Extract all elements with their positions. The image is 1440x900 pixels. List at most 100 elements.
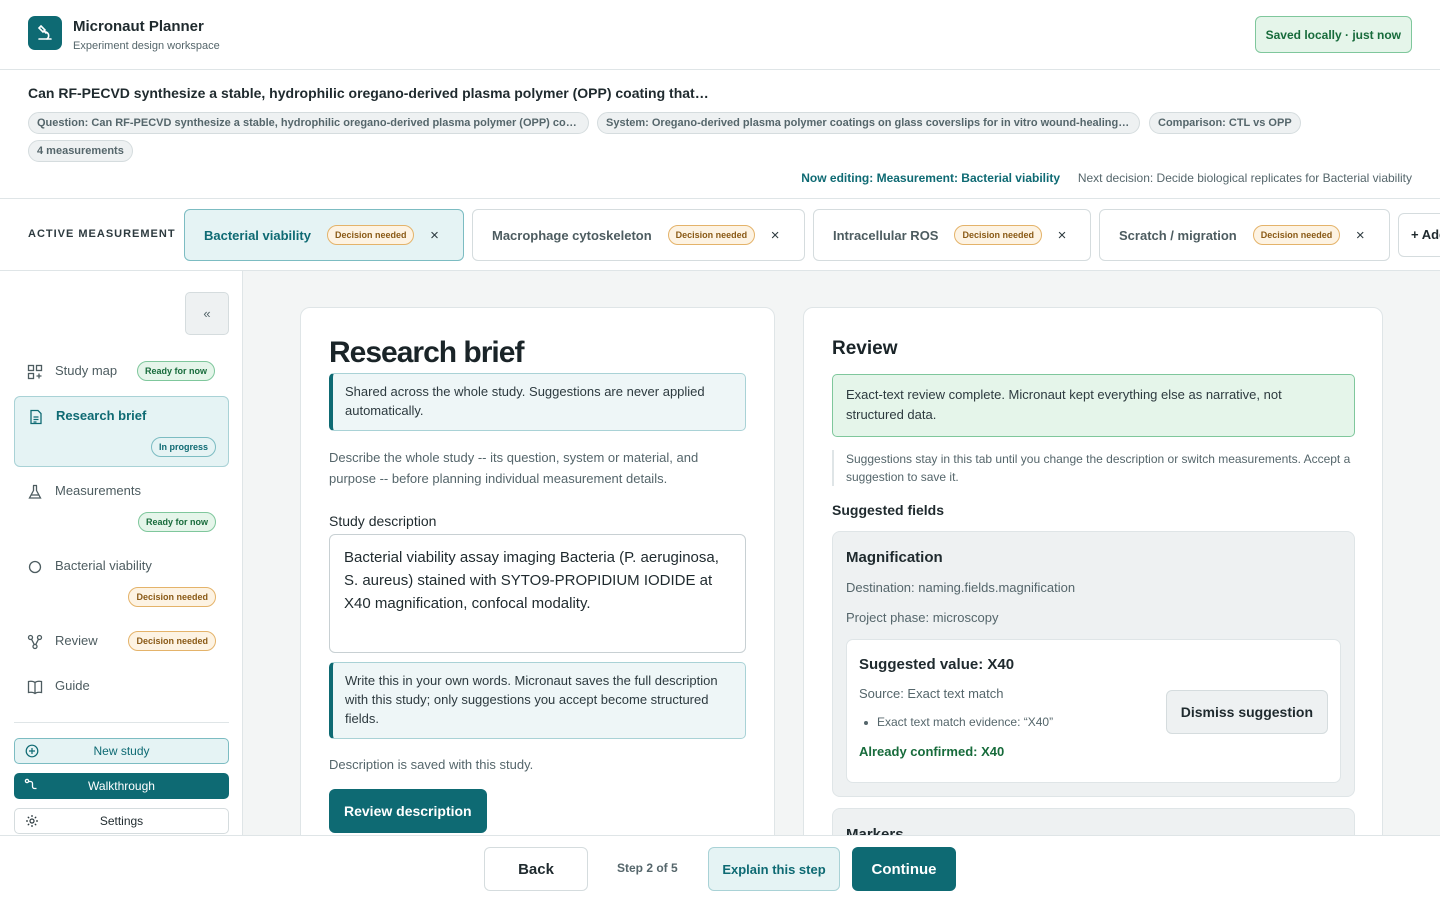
collapse-sidebar-button[interactable]: « [185,292,229,335]
sidebar-item-label: Guide [55,678,90,693]
field-destination: Destination: naming.fields.magnification [846,580,1076,595]
study-description-field[interactable]: Bacterial viability assay imaging Bacter… [329,534,746,653]
study-title: Can RF-PECVD synthesize a stable, hydrop… [28,85,709,101]
study-description-label: Study description [329,513,437,529]
grid-icon [27,364,43,380]
walkthrough-label: Walkthrough [88,779,155,793]
study-context: Can RF-PECVD synthesize a stable, hydrop… [0,70,1440,199]
confirmed-value: Already confirmed: X40 [859,744,1005,759]
close-icon[interactable]: × [426,227,442,244]
measurement-tab-scratch-migration[interactable]: Scratch / migration Decision needed × [1099,209,1390,261]
close-icon[interactable]: × [767,227,783,244]
suggestions-info: Suggestions stay in this tab until you c… [832,450,1355,486]
shared-callout: Shared across the whole study. Suggestio… [329,373,746,431]
suggestion-source: Source: Exact text match [859,686,1004,701]
sidebar-item-study-map[interactable]: Study map Ready for now [14,356,229,386]
add-measurement-button[interactable]: + Add [1398,213,1440,257]
field-title: Magnification [846,549,943,566]
sidebar-divider [14,722,229,723]
book-icon [27,680,43,695]
status-badge: Decision needed [326,225,415,245]
plus-circle-icon [25,744,39,758]
measurements-count-chip[interactable]: 4 measurements [28,140,133,162]
question-chip[interactable]: Question: Can RF-PECVD synthesize a stab… [28,112,589,134]
branch-icon [27,634,43,650]
sidebar-item-label: Bacterial viability [55,558,152,573]
sidebar-item-label: Measurements [55,483,141,498]
settings-label: Settings [99,814,144,828]
suggested-field-card: Markers [832,808,1355,835]
status-badge: Ready for now [137,361,216,381]
sidebar: « Study map Ready for now Research brief… [0,271,243,835]
review-success-message: Exact-text review complete. Micronaut ke… [832,374,1355,437]
review-panel: Review Exact-text review complete. Micro… [803,307,1383,835]
sidebar-item-measurements[interactable]: Measurements Ready for now [14,476,229,541]
status-badge: Decision needed [128,587,216,607]
tab-label: Intracellular ROS [833,227,939,243]
close-icon[interactable]: × [1352,227,1368,244]
app-header: Micronaut Planner Experiment design work… [0,0,1440,70]
page-title: Research brief [329,336,524,369]
gear-icon [26,815,38,827]
status-badge: In progress [150,437,216,457]
now-editing-label: Now editing: Measurement: Bacterial viab… [801,171,1060,185]
measurement-tab-intracellular-ros[interactable]: Intracellular ROS Decision needed × [813,209,1091,261]
research-brief-card: Research brief Shared across the whole s… [300,307,775,835]
sidebar-item-label: Research brief [56,408,147,423]
sidebar-item-research-brief[interactable]: Research brief In progress [14,396,229,467]
field-title: Markers [846,826,904,835]
measurement-tab-macrophage-cytoskeleton[interactable]: Macrophage cytoskeleton Decision needed … [472,209,805,261]
sidebar-item-bacterial-viability[interactable]: Bacterial viability Decision needed [14,551,229,616]
suggested-field-card: Magnification Destination: naming.fields… [832,531,1355,797]
comparison-chip[interactable]: Comparison: CTL vs OPP [1149,112,1301,134]
app-root: Micronaut Planner Experiment design work… [0,0,1440,900]
system-chip[interactable]: System: Oregano-derived plasma polymer c… [597,112,1140,134]
footer-nav: Back Step 2 of 5 Explain this step Conti… [0,835,1440,900]
new-study-label: New study [93,744,150,758]
main-content: Research brief Shared across the whole s… [243,271,1440,835]
measurement-tab-bacterial-viability[interactable]: Bacterial viability Decision needed × [184,209,464,261]
app-title: Micronaut Planner [73,18,204,35]
settings-button[interactable]: Settings [14,808,229,834]
active-measurement-label: ACTIVE MEASUREMENT [28,228,176,240]
microscope-icon [37,24,52,40]
tab-label: Bacterial viability [204,227,311,243]
next-decision-label: Next decision: Decide biological replica… [1077,171,1412,185]
dismiss-suggestion-button[interactable]: Dismiss suggestion [1165,690,1328,734]
app-logo [28,16,62,50]
continue-button[interactable]: Continue [852,847,956,891]
sidebar-item-review[interactable]: Review Decision needed [14,626,229,656]
sidebar-item-label: Study map [55,363,118,378]
sidebar-item-guide[interactable]: Guide [14,671,229,701]
suggestion-card: Suggested value: X40 Source: Exact text … [846,639,1341,783]
document-icon [30,409,42,425]
circle-icon [28,560,42,574]
route-icon [24,778,37,790]
suggested-value: Suggested value: X40 [859,656,1015,673]
tab-label: Macrophage cytoskeleton [492,227,652,243]
status-badge: Ready for now [137,512,216,532]
sidebar-item-label: Review [55,633,98,648]
measurement-tabs-bar: ACTIVE MEASUREMENT Bacterial viability D… [0,199,1440,271]
field-project-phase: Project phase: microscopy [846,610,999,625]
brief-instructions: Describe the whole study -- its question… [329,450,699,486]
save-status-badge: Saved locally · just now [1254,16,1412,53]
step-indicator: Step 2 of 5 [617,861,678,875]
explain-step-button[interactable]: Explain this step [708,847,840,891]
evidence-item: Exact text match evidence: “X40” [863,715,1054,729]
app-subtitle: Experiment design workspace [73,40,220,52]
new-study-button[interactable]: New study [14,738,229,764]
review-title: Review [832,338,898,359]
description-saved-note: Description is saved with this study. [329,757,534,772]
review-description-button[interactable]: Review description [329,789,487,833]
tab-label: Scratch / migration [1119,227,1237,243]
close-icon[interactable]: × [1054,227,1070,244]
status-badge: Decision needed [1252,225,1341,245]
status-badge: Decision needed [667,225,756,245]
status-badge: Decision needed [128,631,216,651]
flask-icon [28,484,42,499]
back-button[interactable]: Back [484,847,588,891]
suggested-fields-heading: Suggested fields [832,502,945,518]
walkthrough-button[interactable]: Walkthrough [14,773,229,799]
status-badge: Decision needed [954,225,1043,245]
